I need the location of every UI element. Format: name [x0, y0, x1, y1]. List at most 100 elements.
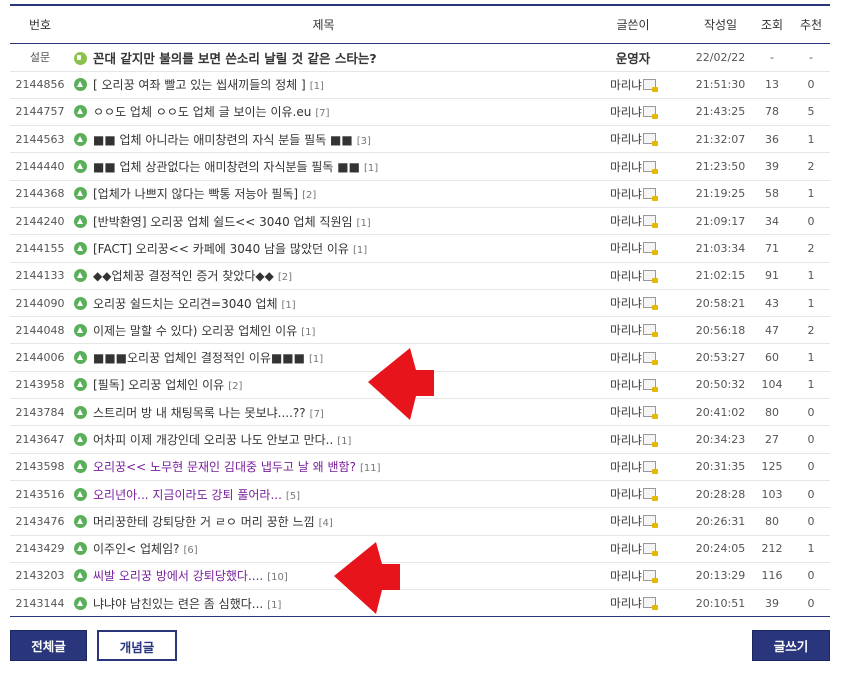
writer-name[interactable]: 마리냐 [610, 487, 642, 501]
write-button[interactable]: 글쓰기 [752, 630, 830, 661]
notice-subject[interactable]: 꼰대 같지만 불의를 보면 쓴소리 날릴 것 같은 스타는? [70, 43, 577, 71]
writer-name[interactable]: 마리냐 [610, 241, 642, 255]
post-writer[interactable]: 마리냐 [577, 480, 689, 507]
post-writer[interactable]: 마리냐 [577, 289, 689, 316]
post-writer[interactable]: 마리냐 [577, 71, 689, 98]
post-writer[interactable]: 마리냐 [577, 262, 689, 289]
post-subject[interactable]: [업체가 나쁘지 않다는 빡통 저능아 필독] [2] [70, 180, 577, 207]
post-subject[interactable]: [FACT] 오리꿍<< 카페에 3040 남을 많았던 이유 [1] [70, 235, 577, 262]
post-writer[interactable]: 마리냐 [577, 235, 689, 262]
post-title[interactable]: [반박환영] 오리꿍 업체 쉴드<< 3040 업체 직원임 [93, 215, 353, 229]
post-subject[interactable]: 오리꿍<< 노무현 문재인 김대중 냅두고 날 왜 밴함? [11] [70, 453, 577, 480]
post-writer[interactable]: 마리냐 [577, 126, 689, 153]
writer-name[interactable]: 마리냐 [610, 269, 642, 283]
writer-name[interactable]: 마리냐 [610, 160, 642, 174]
notice-title[interactable]: 꼰대 같지만 불의를 보면 쓴소리 날릴 것 같은 스타는? [93, 51, 377, 66]
post-subject[interactable]: 어차피 이제 개강인데 오리꿍 나도 안보고 만다.. [1] [70, 426, 577, 453]
table-row[interactable]: 2143647 어차피 이제 개강인데 오리꿍 나도 안보고 만다.. [1] 마리냐… [10, 426, 830, 454]
concept-posts-button[interactable]: 개념글 [97, 630, 177, 661]
writer-name[interactable]: 마리냐 [610, 187, 642, 201]
post-title[interactable]: 이제는 말할 수 있다) 오리꿍 업체인 이유 [93, 324, 297, 338]
table-row[interactable]: 2143476 머리꿍한테 강퇴당한 거 ㄹㅇ 머리 꿍한 느낌 [4] 마리냐 20:… [10, 508, 830, 536]
writer-name[interactable]: 마리냐 [610, 132, 642, 146]
comment-count[interactable]: [7] [315, 108, 329, 119]
table-row[interactable]: 2144563 ■■ 업체 아니라는 애미창련의 자식 분들 필독 ■■ [3] 마리… [10, 126, 830, 153]
post-subject[interactable]: 이주인< 업체임? [6] [70, 535, 577, 562]
writer-name[interactable]: 마리냐 [610, 460, 642, 474]
table-row[interactable]: 2144856 [ 오리꿍 여좌 빨고 있는 씹새끼들의 정체 ] [1] 마리냐 21… [10, 71, 830, 99]
comment-count[interactable]: [1] [309, 354, 323, 365]
post-writer[interactable]: 마리냐 [577, 453, 689, 480]
writer-name[interactable]: 마리냐 [610, 296, 642, 310]
notice-row[interactable]: 설문 꼰대 같지만 불의를 보면 쓴소리 날릴 것 같은 스타는? 운영자 22… [10, 43, 830, 71]
table-row[interactable]: 2144090 오리꿍 쉴드치는 오리견=3040 업체 [1] 마리냐 20:58:2… [10, 289, 830, 317]
table-row[interactable]: 2144133 ◆◆업체꿍 결정적인 증거 찾았다◆◆ [2] 마리냐 21:02:15… [10, 262, 830, 290]
post-subject[interactable]: ■■ 업체 아니라는 애미창련의 자식 분들 필독 ■■ [3] [70, 126, 577, 153]
post-writer[interactable]: 마리냐 [577, 508, 689, 535]
comment-count[interactable]: [7] [310, 409, 324, 420]
post-title[interactable]: ◆◆업체꿍 결정적인 증거 찾았다◆◆ [93, 269, 274, 283]
comment-count[interactable]: [1] [267, 600, 281, 611]
table-row[interactable]: 2143144 냐냐야 남친있는 련은 좀 심했다... [1] 마리냐 20:10:5… [10, 590, 830, 617]
comment-count[interactable]: [10] [267, 572, 288, 583]
post-title[interactable]: ■■■오리꿍 업체인 결정적인 이유■■■ [93, 351, 305, 365]
post-subject[interactable]: ■■ 업체 상관없다는 애미창련의 자식분들 필독 ■■ [1] [70, 153, 577, 180]
comment-count[interactable]: [1] [353, 245, 367, 256]
post-title[interactable]: [FACT] 오리꿍<< 카페에 3040 남을 많았던 이유 [93, 242, 349, 256]
comment-count[interactable]: [6] [183, 545, 197, 556]
post-title[interactable]: [업체가 나쁘지 않다는 빡통 저능아 필독] [93, 187, 298, 201]
post-writer[interactable]: 마리냐 [577, 344, 689, 371]
post-title[interactable]: 어차피 이제 개강인데 오리꿍 나도 안보고 만다.. [93, 433, 333, 447]
notice-writer[interactable]: 운영자 [577, 43, 689, 71]
post-writer[interactable]: 마리냐 [577, 371, 689, 398]
post-title[interactable]: ㅇㅇ도 업체 ㅇㅇ도 업체 글 보이는 이유.eu [93, 105, 311, 119]
writer-name[interactable]: 마리냐 [610, 105, 642, 119]
post-subject[interactable]: 오리꿍 쉴드치는 오리견=3040 업체 [1] [70, 289, 577, 316]
post-subject[interactable]: 씨발 오리꿍 방에서 강퇴당했다.... [10] [70, 562, 577, 589]
table-row[interactable]: 2144757 ㅇㅇ도 업체 ㅇㅇ도 업체 글 보이는 이유.eu [7] 마리냐 21… [10, 98, 830, 126]
all-posts-button[interactable]: 전체글 [10, 630, 87, 661]
table-row[interactable]: 2144155 [FACT] 오리꿍<< 카페에 3040 남을 많았던 이유 [1… [10, 235, 830, 263]
post-writer[interactable]: 마리냐 [577, 535, 689, 562]
post-subject[interactable]: [필독] 오리꿍 업체인 이유 [2] [70, 371, 577, 398]
post-title[interactable]: 머리꿍한테 강퇴당한 거 ㄹㅇ 머리 꿍한 느낌 [93, 515, 315, 529]
comment-count[interactable]: [3] [357, 136, 371, 147]
writer-name[interactable]: 마리냐 [610, 569, 642, 583]
post-writer[interactable]: 마리냐 [577, 562, 689, 589]
post-writer[interactable]: 마리냐 [577, 180, 689, 207]
comment-count[interactable]: [2] [278, 272, 292, 283]
post-writer[interactable]: 마리냐 [577, 207, 689, 234]
table-row[interactable]: 2144240 [반박환영] 오리꿍 업체 쉴드<< 3040 업체 직원임 [1]… [10, 207, 830, 235]
post-subject[interactable]: ◆◆업체꿍 결정적인 증거 찾았다◆◆ [2] [70, 262, 577, 289]
writer-name[interactable]: 마리냐 [610, 78, 642, 92]
comment-count[interactable]: [1] [282, 300, 296, 311]
table-row[interactable]: 2144368 [업체가 나쁘지 않다는 빡통 저능아 필독] [2] 마리냐 21:1… [10, 180, 830, 208]
comment-count[interactable]: [1] [337, 436, 351, 447]
post-subject[interactable]: ㅇㅇ도 업체 ㅇㅇ도 업체 글 보이는 이유.eu [7] [70, 98, 577, 125]
post-subject[interactable]: 머리꿍한테 강퇴당한 거 ㄹㅇ 머리 꿍한 느낌 [4] [70, 508, 577, 535]
post-subject[interactable]: [반박환영] 오리꿍 업체 쉴드<< 3040 업체 직원임 [1] [70, 207, 577, 234]
comment-count[interactable]: [2] [302, 190, 316, 201]
post-title[interactable]: 오리년아... 지금이라도 강퇴 풀어라... [93, 488, 282, 502]
writer-name[interactable]: 마리냐 [610, 514, 642, 528]
post-subject[interactable]: 냐냐야 남친있는 련은 좀 심했다... [1] [70, 590, 577, 617]
writer-name[interactable]: 마리냐 [610, 323, 642, 337]
writer-name[interactable]: 마리냐 [610, 378, 642, 392]
post-writer[interactable]: 마리냐 [577, 590, 689, 617]
comment-count[interactable]: [11] [360, 463, 381, 474]
post-subject[interactable]: 이제는 말할 수 있다) 오리꿍 업체인 이유 [1] [70, 317, 577, 344]
post-writer[interactable]: 마리냐 [577, 153, 689, 180]
post-subject[interactable]: ■■■오리꿍 업체인 결정적인 이유■■■ [1] [70, 344, 577, 371]
writer-name[interactable]: 마리냐 [610, 405, 642, 419]
post-title[interactable]: [필독] 오리꿍 업체인 이유 [93, 378, 224, 392]
post-title[interactable]: ■■ 업체 상관없다는 애미창련의 자식분들 필독 ■■ [93, 160, 360, 174]
post-title[interactable]: 오리꿍<< 노무현 문재인 김대중 냅두고 날 왜 밴함? [93, 460, 356, 474]
post-writer[interactable]: 마리냐 [577, 399, 689, 426]
comment-count[interactable]: [1] [364, 163, 378, 174]
comment-count[interactable]: [5] [286, 491, 300, 502]
comment-count[interactable]: [2] [228, 381, 242, 392]
post-title[interactable]: 씨발 오리꿍 방에서 강퇴당했다.... [93, 569, 263, 583]
post-title[interactable]: [ 오리꿍 여좌 빨고 있는 씹새끼들의 정체 ] [93, 78, 306, 92]
post-writer[interactable]: 마리냐 [577, 317, 689, 344]
post-title[interactable]: ■■ 업체 아니라는 애미창련의 자식 분들 필독 ■■ [93, 133, 353, 147]
